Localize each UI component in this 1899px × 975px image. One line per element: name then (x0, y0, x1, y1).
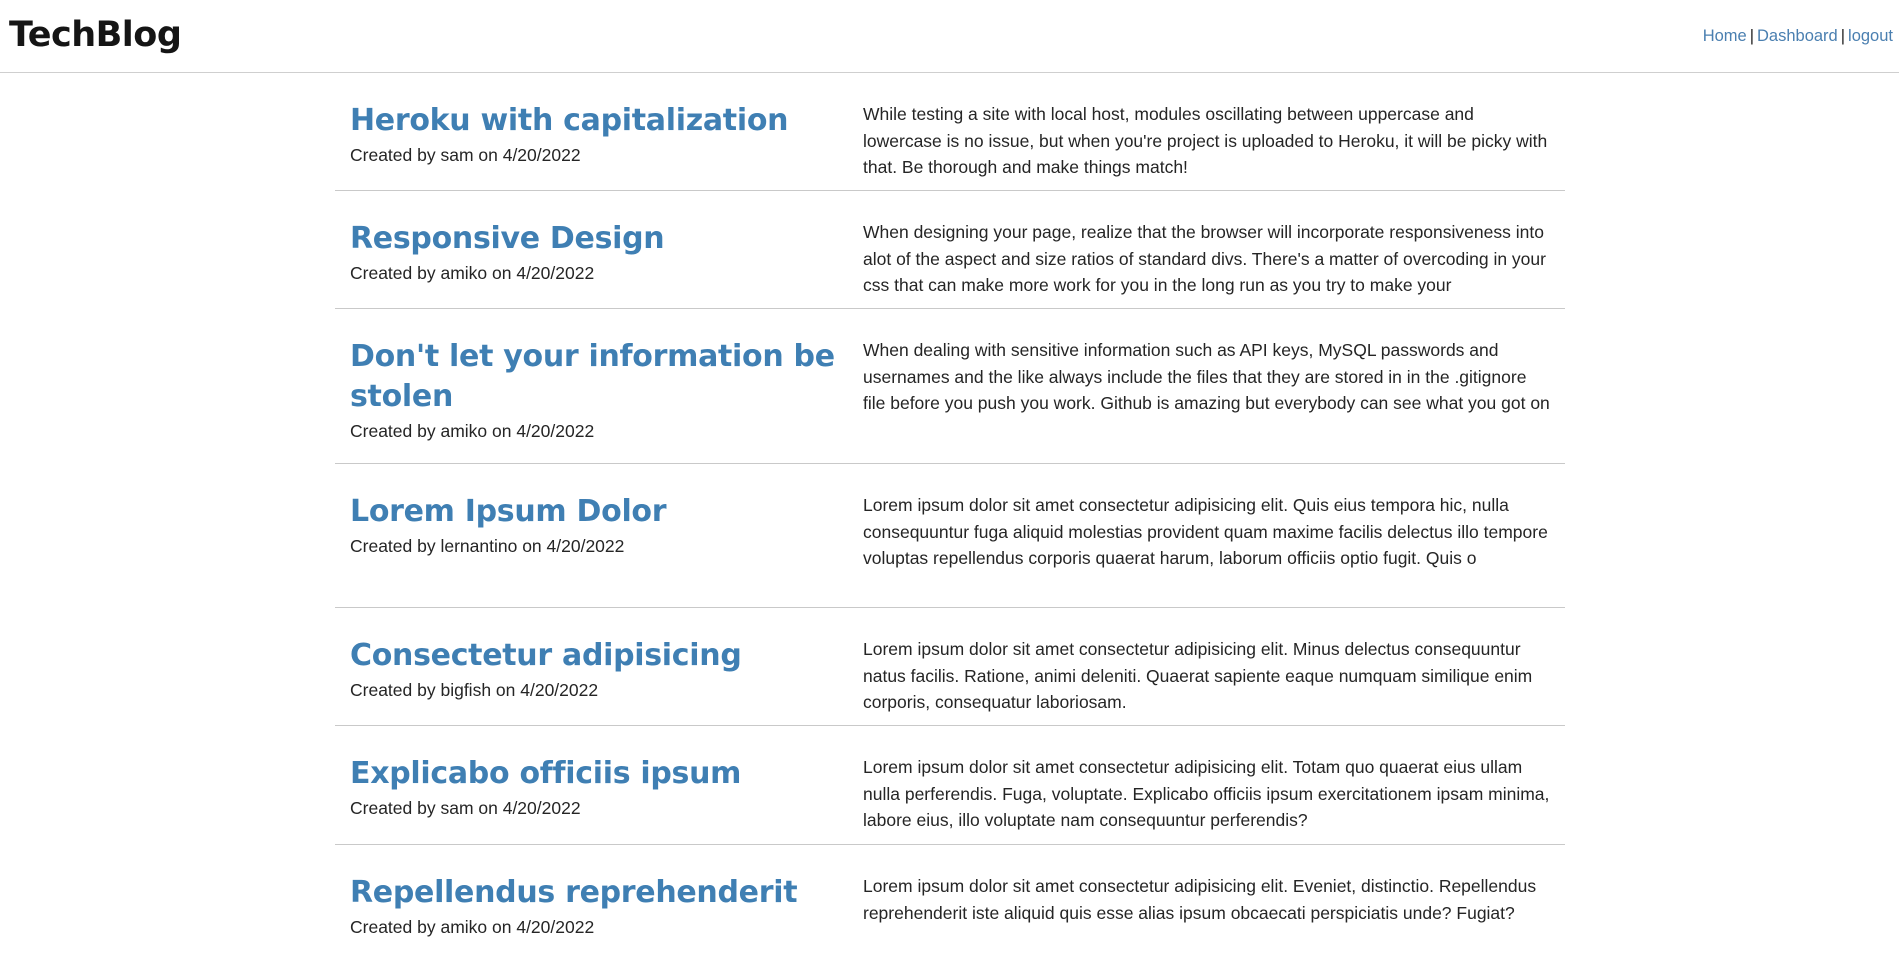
post-item: Heroku with capitalization Created by sa… (335, 73, 1565, 191)
post-title-link[interactable]: Don't let your information be stolen (350, 337, 863, 417)
post-meta: Created by bigfish on 4/20/2022 (350, 680, 599, 700)
post-header: Don't let your information be stolen Cre… (350, 309, 863, 463)
post-item: Repellendus reprehenderit Created by ami… (335, 845, 1565, 975)
post-header: Repellendus reprehenderit Created by ami… (350, 845, 863, 975)
post-title-link[interactable]: Explicabo officiis ipsum (350, 754, 863, 794)
site-header: TechBlog Home | Dashboard | logout (0, 0, 1899, 73)
post-list: Heroku with capitalization Created by sa… (335, 73, 1565, 975)
post-item: Lorem Ipsum Dolor Created by lernantino … (335, 464, 1565, 608)
post-excerpt: Lorem ipsum dolor sit amet consectetur a… (863, 639, 1533, 712)
post-meta: Created by sam on 4/20/2022 (350, 145, 581, 165)
post-header: Consectetur adipisicing Created by bigfi… (350, 608, 863, 725)
post-title-link[interactable]: Responsive Design (350, 219, 863, 259)
post-item: Consectetur adipisicing Created by bigfi… (335, 608, 1565, 726)
nav-separator: | (1840, 27, 1846, 45)
post-title-link[interactable]: Heroku with capitalization (350, 101, 863, 141)
nav-logout-link[interactable]: logout (1848, 27, 1893, 45)
nav-separator: | (1749, 27, 1754, 45)
post-meta: Created by amiko on 4/20/2022 (350, 917, 595, 937)
post-title-link[interactable]: Repellendus reprehenderit (350, 873, 863, 913)
post-item: Explicabo officiis ipsum Created by sam … (335, 726, 1565, 845)
post-header: Heroku with capitalization Created by sa… (350, 73, 863, 190)
post-item: Don't let your information be stolen Cre… (335, 309, 1565, 464)
site-brand[interactable]: TechBlog (9, 14, 182, 56)
post-meta: Created by lernantino on 4/20/2022 (350, 536, 625, 556)
post-header: Lorem Ipsum Dolor Created by lernantino … (350, 464, 863, 607)
post-excerpt: When dealing with sensitive information … (863, 340, 1550, 413)
post-meta: Created by amiko on 4/20/2022 (350, 263, 595, 283)
post-title-link[interactable]: Consectetur adipisicing (350, 636, 863, 676)
post-excerpt: Lorem ipsum dolor sit amet consectetur a… (863, 757, 1550, 830)
post-meta: Created by amiko on 4/20/2022 (350, 421, 595, 441)
post-excerpt: Lorem ipsum dolor sit amet consectetur a… (863, 876, 1537, 923)
post-item: Responsive Design Created by amiko on 4/… (335, 191, 1565, 309)
post-excerpt: When designing your page, realize that t… (863, 222, 1546, 295)
post-excerpt: While testing a site with local host, mo… (863, 104, 1548, 177)
nav-home-link[interactable]: Home (1703, 27, 1747, 45)
top-nav: Home | Dashboard | logout (1703, 25, 1893, 47)
post-title-link[interactable]: Lorem Ipsum Dolor (350, 492, 863, 532)
nav-dashboard-link[interactable]: Dashboard (1757, 27, 1838, 45)
post-meta: Created by sam on 4/20/2022 (350, 798, 581, 818)
post-excerpt: Lorem ipsum dolor sit amet consectetur a… (863, 495, 1548, 568)
post-header: Responsive Design Created by amiko on 4/… (350, 191, 863, 308)
post-header: Explicabo officiis ipsum Created by sam … (350, 726, 863, 844)
